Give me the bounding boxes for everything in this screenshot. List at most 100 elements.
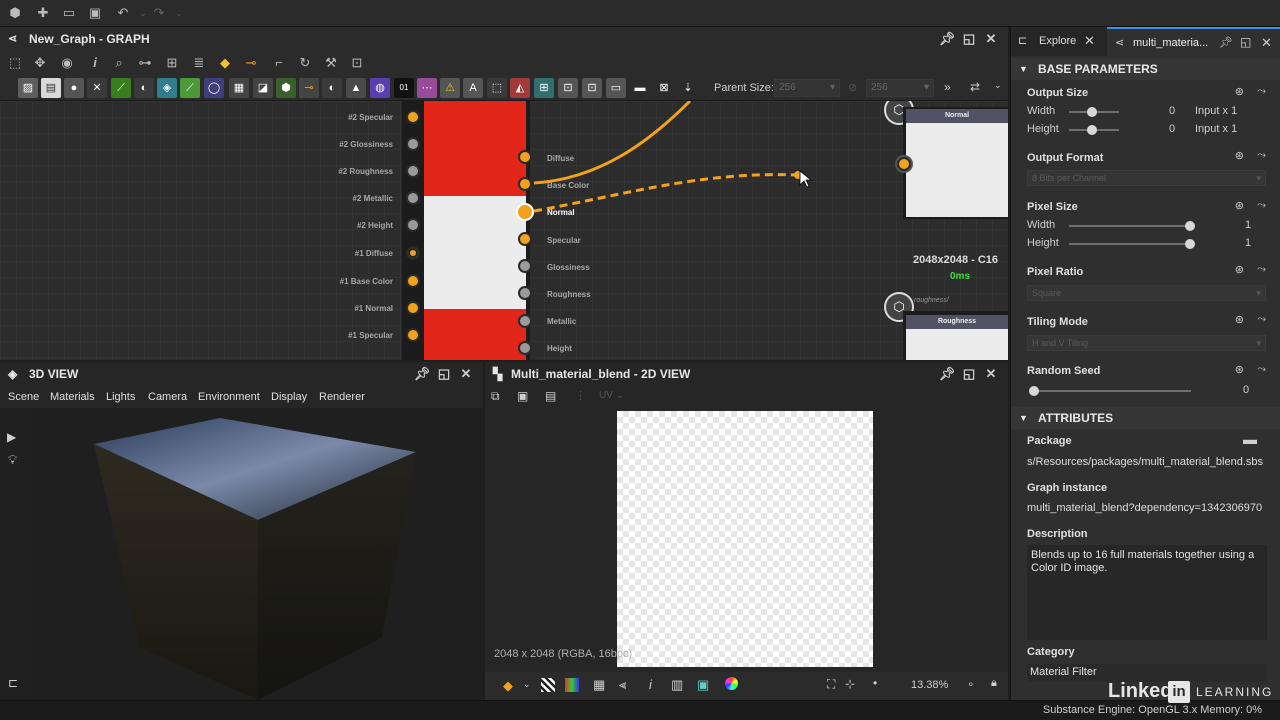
- pin-icon[interactable]: 📌︎: [411, 362, 433, 386]
- warning-node-icon[interactable]: ⚠: [440, 78, 460, 98]
- link-size-icon[interactable]: ⊘: [848, 81, 857, 94]
- tree-icon[interactable]: ⊏: [8, 676, 18, 690]
- alpha-icon[interactable]: [541, 678, 555, 692]
- python-icon[interactable]: ◆: [216, 54, 234, 72]
- uv-icon[interactable]: ⋮: [575, 389, 586, 402]
- zoom-out-icon[interactable]: •: [873, 676, 877, 690]
- tab-explorer[interactable]: Explore: [1039, 35, 1076, 47]
- menu-materials[interactable]: Materials: [50, 386, 95, 408]
- visibility-icon[interactable]: ⊛: [1235, 263, 1244, 276]
- maximize-icon[interactable]: ◱: [958, 362, 980, 386]
- sphere-icon[interactable]: ◐: [322, 78, 342, 98]
- tools-icon[interactable]: ⚒: [322, 54, 340, 72]
- size-dropdown[interactable]: 256 ▾: [866, 79, 934, 97]
- random-seed-slider[interactable]: [1029, 386, 1191, 396]
- fit-icon[interactable]: ⛶: [827, 677, 835, 692]
- tiling-mode-dropdown[interactable]: H and V Tiling ▾: [1027, 335, 1266, 351]
- connect-icon[interactable]: ⊸: [242, 54, 260, 72]
- crop-icon[interactable]: ⬚: [487, 78, 507, 98]
- lock-icon[interactable]: 🔒︎: [991, 677, 997, 690]
- slider-knob[interactable]: [1185, 239, 1195, 249]
- center-icon[interactable]: ⊹: [845, 677, 855, 691]
- graph-canvas[interactable]: #2 Specular #2 Glossiness #2 Roughness #…: [0, 101, 1008, 360]
- section-base-parameters[interactable]: ▼ BASE PARAMETERS: [1011, 58, 1280, 80]
- normal-output-node[interactable]: Normal: [903, 107, 1008, 219]
- select-node-icon[interactable]: ⊞: [534, 78, 554, 98]
- comment-icon[interactable]: ▬: [630, 78, 650, 98]
- roughness-output-node[interactable]: Roughness: [903, 311, 1008, 360]
- function-icon[interactable]: ⤳: [1257, 149, 1266, 162]
- display-icon[interactable]: ▣: [697, 677, 709, 693]
- close-icon[interactable]: ✕: [1261, 35, 1272, 51]
- layers-icon[interactable]: ◆: [503, 678, 513, 694]
- menu-camera[interactable]: Camera: [148, 386, 187, 408]
- comment-node-icon[interactable]: ⋯: [417, 78, 437, 98]
- pin-icon[interactable]: 📌︎: [936, 362, 958, 386]
- input-port[interactable]: [897, 157, 911, 171]
- move-icon[interactable]: ✥: [31, 54, 49, 72]
- hsl-icon[interactable]: ◯: [204, 78, 224, 98]
- tab-multi-material[interactable]: ⋖ multi_materia... 📌︎ ◱ ✕: [1107, 27, 1280, 56]
- menu-environment[interactable]: Environment: [198, 386, 260, 408]
- uniform-color-icon[interactable]: ●: [64, 78, 84, 98]
- tile-icon[interactable]: ▦: [229, 78, 249, 98]
- chevron-down-icon[interactable]: ⌄: [523, 679, 531, 690]
- slider-knob[interactable]: [1087, 125, 1097, 135]
- compare-icon[interactable]: ⇄: [970, 80, 980, 94]
- branch-icon[interactable]: ⌐: [270, 54, 288, 72]
- maximize-icon[interactable]: ◱: [433, 362, 455, 386]
- chevron-down-icon[interactable]: ⌄: [994, 80, 1002, 91]
- menu-display[interactable]: Display: [271, 386, 307, 408]
- video-camera-icon[interactable]: ▶: [7, 430, 16, 444]
- output-width-mode[interactable]: Input x 1: [1195, 105, 1237, 117]
- output-node-icon[interactable]: ⊸: [299, 78, 319, 98]
- svg-node-icon[interactable]: ▤: [41, 78, 61, 98]
- visibility-icon[interactable]: ⊛: [1235, 149, 1244, 162]
- color-wheel-icon[interactable]: ◍: [370, 78, 390, 98]
- open-folder-icon[interactable]: ▭: [60, 4, 78, 22]
- redo-icon[interactable]: ↷: [150, 4, 168, 22]
- function-icon[interactable]: ⤳: [1257, 199, 1266, 212]
- pin-icon[interactable]: 📌︎: [936, 27, 958, 51]
- folder-icon[interactable]: ▬: [1243, 431, 1257, 447]
- fill-icon[interactable]: ◭: [510, 78, 530, 98]
- zoom-level[interactable]: 13.38%: [911, 679, 948, 691]
- visibility-icon[interactable]: ⊛: [1235, 313, 1244, 326]
- channels-icon[interactable]: [565, 678, 579, 692]
- tile-icon[interactable]: ▦: [593, 677, 605, 693]
- export-view-icon[interactable]: ⊠: [654, 78, 674, 98]
- visibility-icon[interactable]: ⊛: [1235, 363, 1244, 376]
- slider-knob[interactable]: [1087, 107, 1097, 117]
- redo-dropdown-icon[interactable]: ⌄: [170, 4, 188, 22]
- slider-knob[interactable]: [1185, 221, 1195, 231]
- color-picker-icon[interactable]: [725, 677, 738, 690]
- 3d-viewport[interactable]: [30, 408, 483, 700]
- function-icon[interactable]: ⤳: [1257, 313, 1266, 326]
- menu-scene[interactable]: Scene: [8, 386, 39, 408]
- pixel-width-slider[interactable]: [1069, 221, 1195, 231]
- save-icon[interactable]: ▣: [86, 4, 104, 22]
- output-height-mode[interactable]: Input x 1: [1195, 123, 1237, 135]
- uv-dropdown[interactable]: UV ⌄: [599, 390, 624, 401]
- close-icon[interactable]: ✕: [455, 362, 477, 386]
- clipboard-icon[interactable]: ▤: [545, 389, 556, 403]
- pixel-height-slider[interactable]: [1069, 239, 1195, 249]
- curve-icon[interactable]: ⟋: [111, 78, 131, 98]
- light-bulb-icon[interactable]: 💡︎: [8, 452, 17, 468]
- more-icon[interactable]: »: [944, 80, 951, 94]
- section-attributes[interactable]: ▼ ATTRIBUTES: [1011, 407, 1280, 429]
- blur-icon[interactable]: ◈: [157, 78, 177, 98]
- fx-map-icon[interactable]: ◪: [253, 78, 273, 98]
- function-icon[interactable]: ⤳: [1257, 85, 1266, 98]
- add-icon[interactable]: ✚: [34, 4, 52, 22]
- output-frame-icon[interactable]: ▭: [606, 78, 626, 98]
- parent-size-dropdown[interactable]: 256 ▾: [774, 79, 840, 97]
- maximize-icon[interactable]: ◱: [1240, 35, 1251, 49]
- info-icon[interactable]: i: [649, 677, 652, 692]
- maximize-icon[interactable]: ◱: [958, 27, 980, 51]
- output-width-slider[interactable]: [1069, 107, 1119, 117]
- pin-node-icon[interactable]: ⊡: [582, 78, 602, 98]
- pin-icon[interactable]: 📌︎: [1219, 36, 1233, 49]
- export-icon[interactable]: ⊡: [348, 54, 366, 72]
- menu-lights[interactable]: Lights: [106, 386, 135, 408]
